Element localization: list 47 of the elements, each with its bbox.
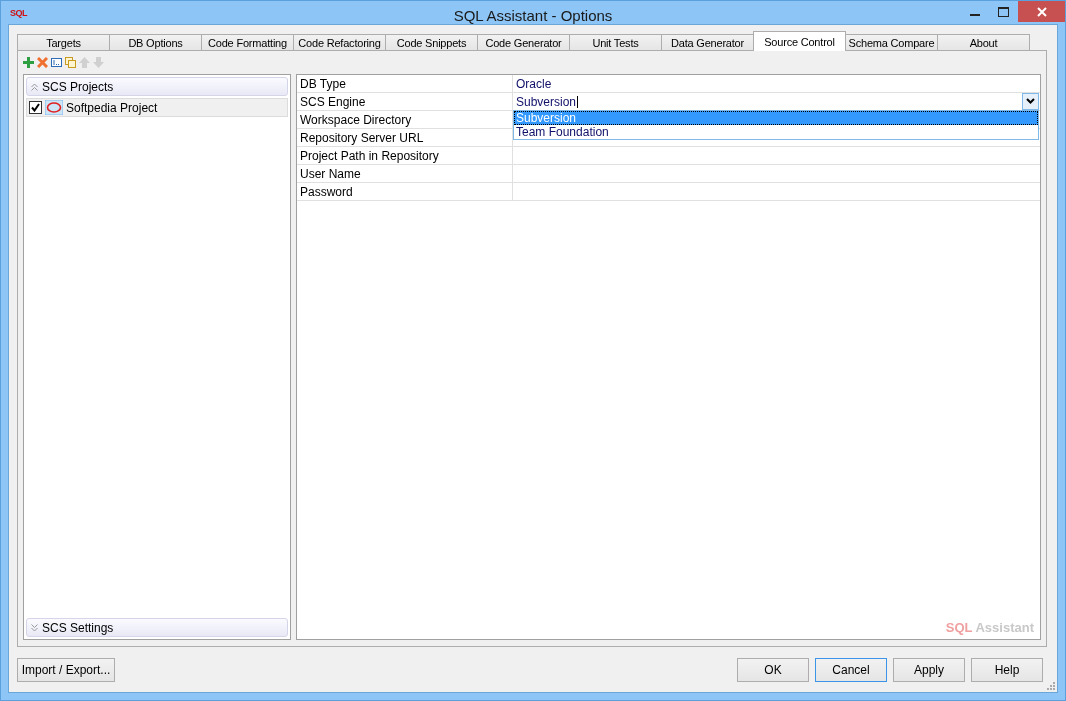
tab[interactable]: DB Options xyxy=(109,34,202,51)
tab[interactable]: Source Control xyxy=(753,31,846,51)
app-logo: SQL xyxy=(10,7,27,18)
project-item[interactable]: Softpedia Project xyxy=(26,98,288,117)
tab[interactable]: Code Refactoring xyxy=(293,34,386,51)
maximize-icon xyxy=(998,6,1009,17)
tab[interactable]: About xyxy=(937,34,1030,51)
tab[interactable]: Code Generator xyxy=(477,34,570,51)
dialog-button[interactable]: Help xyxy=(971,657,1043,682)
delete-icon[interactable] xyxy=(37,56,48,68)
dialog-button[interactable]: OK xyxy=(737,657,809,682)
dialog-button[interactable]: Cancel xyxy=(815,657,887,682)
section-header[interactable]: SCS Settings xyxy=(26,618,288,637)
close-icon xyxy=(1036,6,1047,17)
tab[interactable]: Unit Tests xyxy=(569,34,662,51)
close-button[interactable] xyxy=(1018,1,1065,22)
resize-grip-icon[interactable] xyxy=(1045,680,1055,690)
property-name: SCS Engine xyxy=(297,93,513,110)
expand-icon xyxy=(31,623,38,632)
tab[interactable]: Data Generator xyxy=(661,34,754,51)
tab[interactable]: Schema Compare xyxy=(845,34,938,51)
window-title: SQL Assistant - Options xyxy=(453,7,613,24)
copy-icon[interactable] xyxy=(65,56,76,68)
dropdown-button[interactable] xyxy=(1022,93,1039,110)
property-name: User Name xyxy=(297,165,513,182)
section-title: SCS Projects xyxy=(42,79,114,94)
chevron-down-icon xyxy=(1026,98,1035,105)
minimize-icon xyxy=(969,14,980,16)
database-icon xyxy=(45,100,63,115)
import-export-button[interactable]: Import / Export... xyxy=(17,657,115,682)
tab[interactable]: Code Snippets xyxy=(385,34,478,51)
property-name: Password xyxy=(297,183,513,200)
property-name: DB Type xyxy=(297,75,513,92)
property-name: Project Path in Repository xyxy=(297,147,513,164)
rename-icon[interactable] xyxy=(51,56,62,68)
combo-field[interactable]: Subversion xyxy=(516,94,577,109)
project-label: Softpedia Project xyxy=(66,100,158,115)
dialog-button[interactable]: Apply xyxy=(893,657,965,682)
section-title: SCS Settings xyxy=(42,620,114,635)
collapse-icon xyxy=(31,82,38,91)
section-header[interactable]: SCS Projects xyxy=(26,77,288,96)
brand-logo-text: SQL xyxy=(945,620,973,635)
add-icon[interactable] xyxy=(23,56,34,68)
property-value[interactable]: Oracle xyxy=(516,76,552,91)
checkbox[interactable] xyxy=(29,101,42,114)
tab[interactable]: Targets xyxy=(17,34,110,51)
tab[interactable]: Code Formatting xyxy=(201,34,294,51)
